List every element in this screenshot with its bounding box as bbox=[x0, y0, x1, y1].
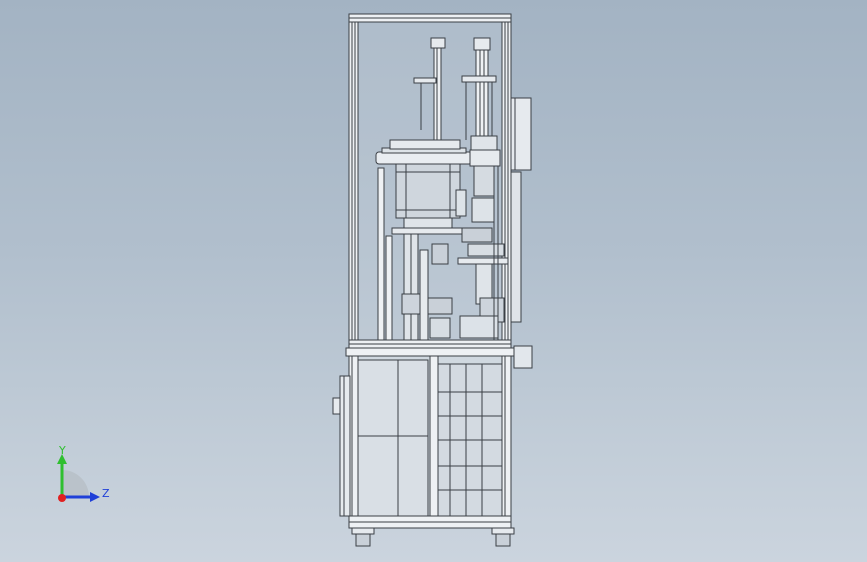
z-axis-label: Z bbox=[102, 487, 110, 500]
orientation-triad: Y Z bbox=[57, 444, 110, 502]
y-axis-label: Y bbox=[58, 444, 66, 457]
side-control-box bbox=[510, 97, 532, 323]
caster-wheels bbox=[351, 527, 515, 547]
cad-viewport[interactable]: Y Z bbox=[0, 0, 867, 562]
cabinet-grid bbox=[437, 363, 503, 517]
z-axis-arrow-icon bbox=[90, 492, 100, 502]
cad-drawing: Y Z bbox=[57, 13, 533, 547]
x-axis-dot-icon bbox=[58, 494, 66, 502]
machine-assembly bbox=[332, 13, 533, 547]
triad-plane-fill bbox=[62, 470, 89, 497]
